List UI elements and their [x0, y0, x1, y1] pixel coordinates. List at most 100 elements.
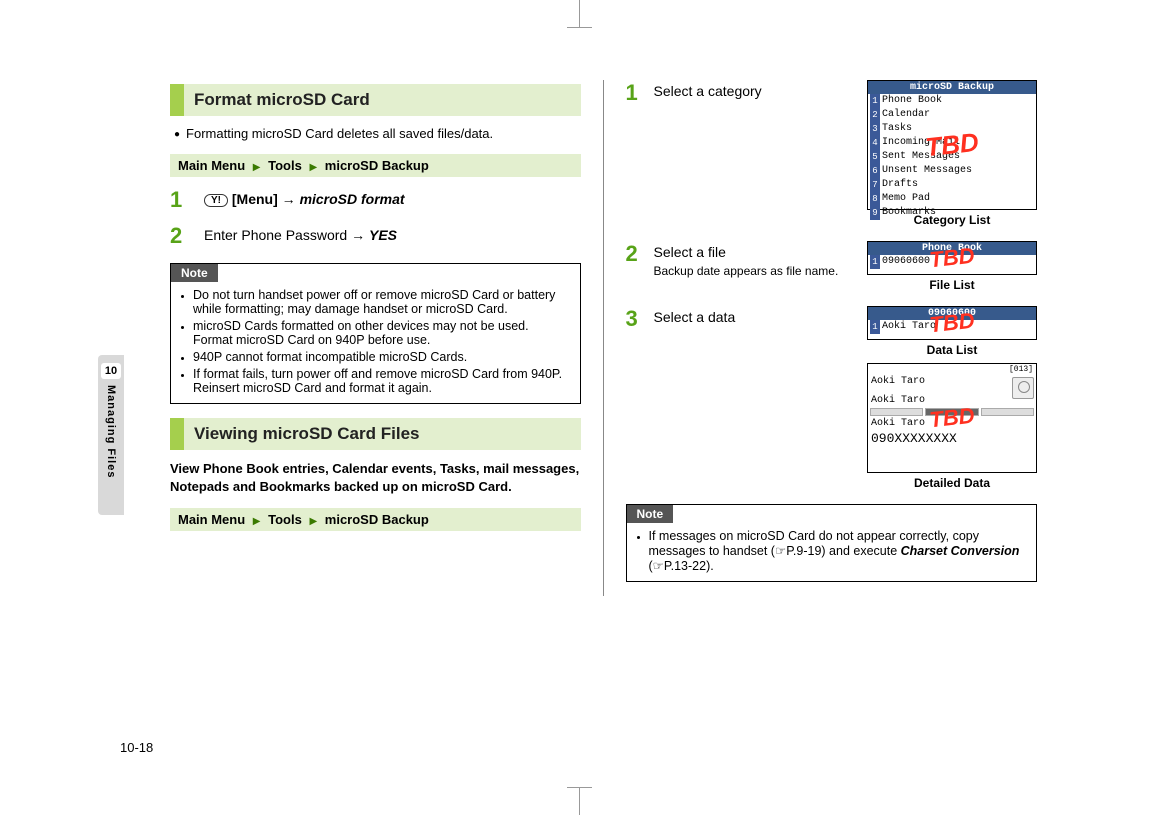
caption: File List: [867, 278, 1037, 292]
note-text: ) and execute: [821, 544, 900, 558]
step-number: 1: [170, 187, 190, 213]
step2-prefix: Enter Phone Password: [204, 227, 347, 243]
nav-main-label: Main Menu: [178, 158, 245, 173]
note-item: If messages on microSD Card do not appea…: [649, 529, 1027, 573]
screen-rows: 1Phone Book 2Calendar 3Tasks 4Incoming M…: [868, 94, 1036, 220]
step-text: Select a file Backup date appears as fil…: [654, 241, 856, 278]
chapter-label: Managing Files: [105, 385, 117, 478]
screenshot-col: Phone Book 109060600 TBD File List: [867, 241, 1037, 292]
detail-tabs: [868, 407, 1036, 417]
section-header-viewing: Viewing microSD Card Files: [170, 418, 581, 450]
screen-title: Phone Book: [868, 242, 1036, 255]
page-ref: P.13-22: [664, 559, 706, 573]
yes-label: YES: [369, 227, 397, 243]
columns: Format microSD Card ● Formatting microSD…: [170, 80, 1037, 596]
action-label: microSD format: [300, 191, 405, 207]
step-text: Select a data: [654, 306, 856, 325]
screenshot-col: 09060600 1Aoki Taro TBD Data List [013] …: [867, 306, 1037, 490]
charset-label: Charset Conversion: [901, 544, 1020, 558]
arrow-right-icon: →: [351, 227, 365, 243]
step-sub-text: Backup date appears as file name.: [654, 264, 856, 278]
crop-mark-bottom: [579, 787, 580, 815]
list-item: Phone Book: [882, 94, 942, 108]
step-body: Enter Phone Password → YES: [204, 223, 581, 249]
list-item: Tasks: [882, 122, 912, 136]
nav-backup-label: microSD Backup: [325, 512, 429, 527]
page: 10 Managing Files Format microSD Card ● …: [0, 0, 1157, 815]
list-item: Drafts: [882, 178, 918, 192]
page-ref: P.9-19: [786, 544, 821, 558]
right-column: 1 Select a category microSD Backup 1Phon…: [604, 80, 1038, 596]
rstep-2: 2 Select a file Backup date appears as f…: [626, 241, 1038, 292]
screen-title: 09060600: [868, 307, 1036, 320]
intro-bullet: ● Formatting microSD Card deletes all sa…: [174, 126, 581, 144]
left-column: Format microSD Card ● Formatting microSD…: [170, 80, 604, 596]
pointer-icon: ☞: [653, 559, 664, 573]
section-title: Viewing microSD Card Files: [194, 424, 419, 443]
step-1: 1 Y! [Menu] → microSD format: [170, 187, 581, 213]
step-main-text: Select a file: [654, 244, 726, 260]
caption: Data List: [867, 343, 1037, 357]
steps-format: 1 Y! [Menu] → microSD format 2 Enter Pho…: [170, 187, 581, 249]
step-2: 2 Enter Phone Password → YES: [170, 223, 581, 249]
chevron-right-icon: ▶: [249, 162, 265, 173]
y-key-icon: Y!: [204, 194, 228, 207]
note-item: microSD Cards formatted on other devices…: [193, 319, 570, 347]
list-item: Bookmarks: [882, 206, 936, 220]
chapter-tab: 10 Managing Files: [98, 355, 124, 515]
arrow-right-icon: →: [282, 191, 296, 207]
nav-tools-label: Tools: [268, 512, 302, 527]
detail-counter: [013]: [868, 364, 1036, 375]
list-item: Unsent Messages: [882, 164, 972, 178]
detail-phone: 090XXXXXXXX: [868, 430, 1036, 447]
bullet-dot-icon: ●: [174, 126, 180, 144]
note-box-2: Note If messages on microSD Card do not …: [626, 504, 1038, 582]
step-text: Select a category: [654, 80, 856, 99]
menu-label: [Menu]: [232, 191, 278, 207]
avatar-icon: [1012, 377, 1034, 399]
rstep-1: 1 Select a category microSD Backup 1Phon…: [626, 80, 1038, 227]
step-body: Y! [Menu] → microSD format: [204, 187, 581, 213]
step-number: 2: [170, 223, 190, 249]
list-item: Memo Pad: [882, 192, 930, 206]
section-title: Format microSD Card: [194, 90, 370, 109]
category-list-screen: microSD Backup 1Phone Book 2Calendar 3Ta…: [867, 80, 1037, 210]
chevron-right-icon: ▶: [305, 162, 321, 173]
note-text: ).: [706, 559, 714, 573]
pointer-icon: ☞: [775, 544, 786, 558]
list-item: Aoki Taro: [882, 320, 936, 334]
step-number: 1: [626, 80, 642, 106]
detail-name: Aoki Taro: [868, 394, 1036, 407]
file-list-screen: Phone Book 109060600 TBD: [867, 241, 1037, 275]
nav-bar-2: Main Menu ▶ Tools ▶ microSD Backup: [170, 508, 581, 531]
nav-main-label: Main Menu: [178, 512, 245, 527]
step-number: 3: [626, 306, 642, 332]
note-item: If format fails, turn power off and remo…: [193, 367, 570, 395]
note-item: Do not turn handset power off or remove …: [193, 288, 570, 316]
viewing-intro: View Phone Book entries, Calendar events…: [170, 460, 581, 496]
nav-bar-1: Main Menu ▶ Tools ▶ microSD Backup: [170, 154, 581, 177]
step-number: 2: [626, 241, 642, 267]
section-header-format: Format microSD Card: [170, 84, 581, 116]
list-item: Incoming Mail: [882, 136, 960, 150]
note-item: 940P cannot format incompatible microSD …: [193, 350, 570, 364]
nav-tools-label: Tools: [268, 158, 302, 173]
detail-name: Aoki Taro: [868, 417, 1036, 430]
data-list-screen: 09060600 1Aoki Taro TBD: [867, 306, 1037, 340]
crop-mark-top: [579, 0, 580, 28]
note-title: Note: [627, 505, 674, 523]
rstep-3: 3 Select a data 09060600 1Aoki Taro TBD …: [626, 306, 1038, 490]
page-number: 10-18: [120, 740, 153, 755]
nav-backup-label: microSD Backup: [325, 158, 429, 173]
chapter-number: 10: [101, 363, 121, 379]
intro-text: Formatting microSD Card deletes all save…: [186, 126, 493, 144]
detailed-data-screen: [013] Aoki Taro Aoki Taro Aoki Taro 090X…: [867, 363, 1037, 473]
screen-title: microSD Backup: [868, 81, 1036, 94]
note-box-1: Note Do not turn handset power off or re…: [170, 263, 581, 404]
chevron-right-icon: ▶: [249, 516, 265, 527]
list-item: Calendar: [882, 108, 930, 122]
screenshot-col: microSD Backup 1Phone Book 2Calendar 3Ta…: [867, 80, 1037, 227]
list-item: 09060600: [882, 255, 930, 269]
note-title: Note: [171, 264, 218, 282]
caption: Detailed Data: [867, 476, 1037, 490]
